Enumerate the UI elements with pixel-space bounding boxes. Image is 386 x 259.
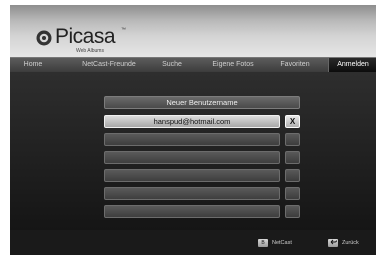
footer-hints: B NetCast Zurück bbox=[10, 230, 376, 255]
netcast-hint-label: NetCast bbox=[272, 240, 292, 246]
nav-favoriten[interactable]: Favoriten bbox=[270, 58, 320, 72]
nav-home[interactable]: Home bbox=[10, 58, 56, 72]
logo-text: Picasa bbox=[55, 25, 116, 48]
back-hint-label: Zurück bbox=[342, 240, 359, 246]
nav-anmelden[interactable]: Anmelden bbox=[328, 58, 376, 72]
logo-trademark: ™ bbox=[121, 27, 126, 33]
remove-slot-button[interactable] bbox=[285, 133, 300, 146]
picasa-logo-icon bbox=[36, 30, 52, 46]
nav-suche[interactable]: Suche bbox=[152, 58, 192, 72]
logo-subtitle: Web Albums bbox=[76, 48, 104, 54]
remove-slot-button[interactable] bbox=[285, 151, 300, 164]
empty-user-slot[interactable] bbox=[104, 169, 280, 182]
empty-user-slot[interactable] bbox=[104, 187, 280, 200]
b-key-icon: B bbox=[258, 238, 268, 247]
user-list-panel: Neuer Benutzername hanspud@hotmail.com X bbox=[104, 96, 304, 220]
nav-netcast-freunde[interactable]: NetCast-Freunde bbox=[70, 58, 148, 72]
remove-slot-button[interactable] bbox=[285, 169, 300, 182]
back-hint[interactable]: Zurück bbox=[328, 238, 359, 248]
nav-eigene-fotos[interactable]: Eigene Fotos bbox=[202, 58, 264, 72]
login-content: Neuer Benutzername hanspud@hotmail.com X bbox=[10, 72, 376, 230]
netcast-hint[interactable]: B NetCast bbox=[258, 238, 292, 248]
main-nav: Home NetCast-Freunde Suche Eigene Fotos … bbox=[10, 57, 376, 73]
header: Picasa ™ Web Albums bbox=[10, 5, 376, 57]
tv-screen: Picasa ™ Web Albums Home NetCast-Freunde… bbox=[10, 5, 376, 255]
empty-user-slot[interactable] bbox=[104, 151, 280, 164]
remove-slot-button[interactable] bbox=[285, 205, 300, 218]
remove-user-button[interactable]: X bbox=[285, 115, 300, 128]
remove-slot-button[interactable] bbox=[285, 187, 300, 200]
saved-user-row[interactable]: hanspud@hotmail.com bbox=[104, 115, 280, 128]
empty-user-slot[interactable] bbox=[104, 205, 280, 218]
return-arrow-icon bbox=[328, 238, 338, 247]
empty-user-slot[interactable] bbox=[104, 133, 280, 146]
new-username-button[interactable]: Neuer Benutzername bbox=[104, 96, 300, 109]
